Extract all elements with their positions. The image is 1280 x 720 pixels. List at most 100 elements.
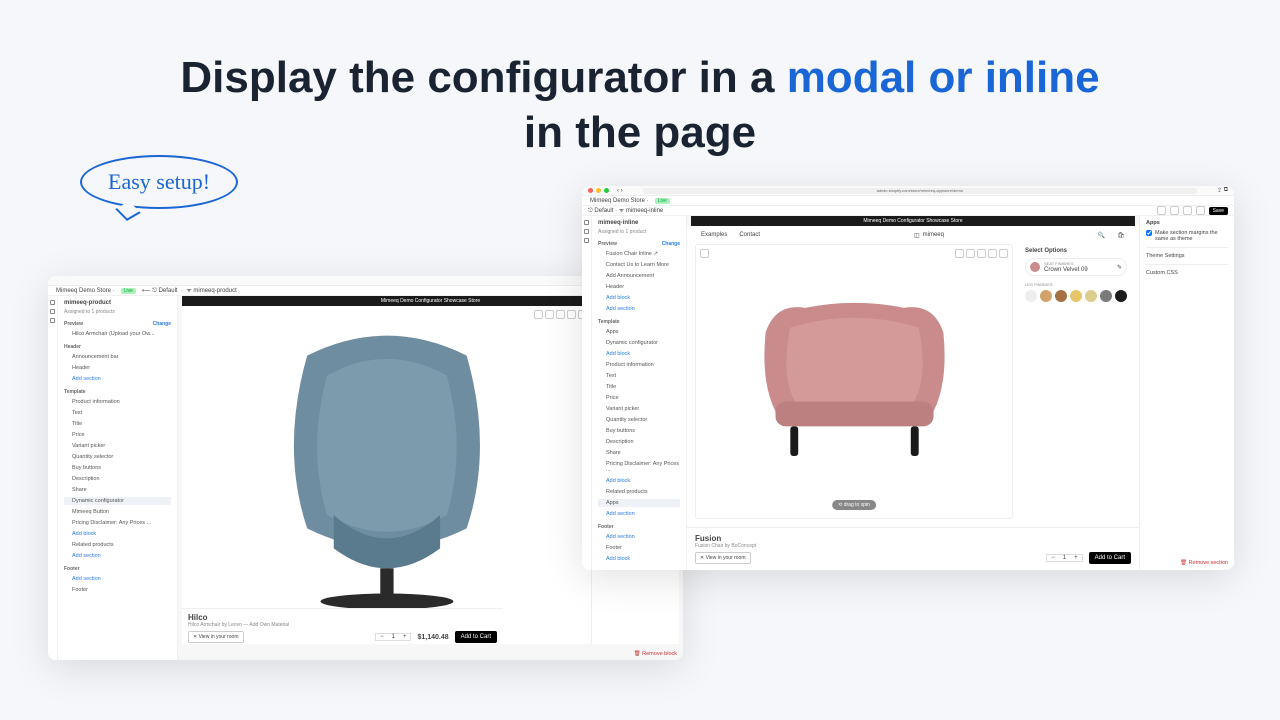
close-dot[interactable] — [588, 188, 593, 193]
edit-icon[interactable]: ✎ — [1117, 264, 1122, 271]
nav-examples[interactable]: Examples — [701, 232, 727, 238]
sidebar-item-mimeeq-btn[interactable]: Mimeeq Button — [64, 508, 171, 516]
add-block[interactable]: Add block — [598, 294, 680, 302]
change-link[interactable]: Change — [662, 241, 680, 247]
sidebar-item-dynconfig[interactable]: Dynamic configurator — [64, 497, 171, 505]
sidebar-item-header[interactable]: Header — [598, 283, 680, 291]
qty-stepper[interactable]: −1+ — [375, 633, 411, 641]
add-section[interactable]: Add section — [64, 375, 171, 383]
sidebar-item-related[interactable]: Related products — [598, 488, 680, 496]
add-section[interactable]: Add section — [598, 305, 680, 313]
color-swatch[interactable] — [1085, 290, 1097, 302]
view-in-room-button[interactable]: ✕ View in your room — [188, 631, 244, 643]
margins-checkbox[interactable] — [1146, 230, 1152, 236]
add-to-cart-button[interactable]: Add to Cart — [455, 631, 497, 643]
sidebar-item-prodinfo[interactable]: Product information — [598, 361, 680, 369]
add-section[interactable]: Add section — [64, 575, 171, 583]
rail-icon[interactable] — [50, 309, 55, 314]
color-swatch[interactable] — [1100, 290, 1112, 302]
sidebar-item-text[interactable]: Text — [598, 372, 680, 380]
tabs-icon[interactable]: ⧉ — [1224, 187, 1228, 194]
sidebar-item-variant[interactable]: Variant picker — [64, 442, 171, 450]
sidebar-item-apps2[interactable]: Apps — [598, 499, 680, 507]
sidebar-item-desc[interactable]: Description — [64, 475, 171, 483]
qty-stepper[interactable]: −1+ — [1046, 554, 1082, 562]
crumb-page[interactable]: mimeeq-product — [193, 288, 236, 294]
sidebar-item-desc[interactable]: Description — [598, 438, 680, 446]
preview-value[interactable]: Hilco Armchair (Upload your Ow... — [64, 330, 171, 338]
fullscreen-icon[interactable] — [545, 310, 554, 319]
cart-icon[interactable]: 🛍 — [1117, 232, 1125, 239]
nav-back-icon[interactable]: ‹ — [617, 188, 619, 194]
share-icon[interactable] — [988, 249, 997, 258]
color-swatch[interactable] — [1055, 290, 1067, 302]
sidebar-item-header[interactable]: Header — [64, 364, 171, 372]
sidebar-item-buy[interactable]: Buy buttons — [598, 427, 680, 435]
sidebar-item-apps[interactable]: Apps — [598, 328, 680, 336]
sidebar-item-contact[interactable]: Contact Us to Learn More — [598, 261, 680, 269]
crumb-default[interactable]: Default — [159, 288, 178, 294]
fullscreen-icon[interactable] — [966, 249, 975, 258]
color-swatch[interactable] — [1115, 290, 1127, 302]
device-icon[interactable] — [1170, 206, 1179, 215]
rail-icon[interactable] — [50, 318, 55, 323]
more-icon[interactable] — [999, 249, 1008, 258]
sidebar-item-prodinfo[interactable]: Product information — [64, 398, 171, 406]
min-dot[interactable] — [596, 188, 601, 193]
panel-theme-settings[interactable]: Theme Settings — [1146, 253, 1228, 259]
add-section[interactable]: Add section — [598, 510, 680, 518]
sidebar-item-qty[interactable]: Quantity selector — [64, 453, 171, 461]
3d-viewer[interactable]: ⟲ drag to spin Hilco Hilco Armchair by L… — [182, 306, 591, 644]
add-section[interactable]: Add section — [64, 552, 171, 560]
color-swatch[interactable] — [1070, 290, 1082, 302]
nav-contact[interactable]: Contact — [739, 232, 760, 238]
sidebar-item-variant[interactable]: Variant picker — [598, 405, 680, 413]
selected-finish[interactable]: SEAT FINISHESCrown Velvet 09 ✎ — [1025, 258, 1127, 276]
sidebar-item-share[interactable]: Share — [64, 486, 171, 494]
add-block[interactable]: Add block — [598, 477, 680, 485]
grid-icon[interactable] — [534, 310, 543, 319]
add-section[interactable]: Add section — [598, 533, 680, 541]
share-icon[interactable] — [567, 310, 576, 319]
device-icon[interactable] — [1183, 206, 1192, 215]
3d-viewer[interactable]: ⟲ drag to spin — [695, 244, 1013, 519]
remove-block-button[interactable]: 🗑 Remove block — [178, 648, 683, 660]
sidebar-item-announcement[interactable]: Announcement bar — [64, 353, 171, 361]
rail-icon[interactable] — [584, 229, 589, 234]
sidebar-item-text[interactable]: Text — [64, 409, 171, 417]
add-block[interactable]: Add block — [598, 350, 680, 358]
rail-icon[interactable] — [584, 238, 589, 243]
store-logo[interactable]: ◫ mimeeq — [914, 232, 944, 239]
sidebar-item-qty[interactable]: Quantity selector — [598, 416, 680, 424]
search-icon[interactable]: 🔍 — [1098, 232, 1105, 239]
sidebar-item-buy[interactable]: Buy buttons — [64, 464, 171, 472]
sidebar-item-price[interactable]: Price — [64, 431, 171, 439]
sidebar-item-footer[interactable]: Footer — [598, 544, 680, 552]
share-icon[interactable]: ⇪ — [1217, 187, 1222, 194]
grid-icon[interactable] — [955, 249, 964, 258]
max-dot[interactable] — [604, 188, 609, 193]
camera-icon[interactable] — [977, 249, 986, 258]
change-link[interactable]: Change — [153, 321, 171, 327]
rail-icon[interactable] — [584, 220, 589, 225]
sidebar-item-title[interactable]: Title — [598, 383, 680, 391]
crumb-default[interactable]: Default — [594, 208, 613, 214]
sidebar-item-price[interactable]: Price — [598, 394, 680, 402]
rail-icon[interactable] — [50, 300, 55, 305]
crumb-page[interactable]: mimeeq-inline — [626, 208, 663, 214]
sidebar-item-title[interactable]: Title — [64, 420, 171, 428]
preview-value[interactable]: Fusion Chair Inline ↗ — [598, 250, 680, 258]
add-block[interactable]: Add block — [598, 555, 680, 563]
sidebar-item-disclaimer[interactable]: Pricing Disclaimer: Any Prices ... — [64, 519, 171, 527]
sidebar-item-disclaimer[interactable]: Pricing Disclaimer: Any Prices ... — [598, 460, 680, 474]
url-bar[interactable]: admin.shopify.com/store/mimeeq-appstore/… — [643, 188, 1197, 194]
reset-icon[interactable] — [700, 249, 709, 258]
remove-section-button[interactable]: 🗑 Remove section — [1180, 560, 1228, 566]
sidebar-item-dynconfig[interactable]: Dynamic configurator — [598, 339, 680, 347]
add-block[interactable]: Add block — [64, 530, 171, 538]
sidebar-item-share[interactable]: Share — [598, 449, 680, 457]
sidebar-item-announce[interactable]: Add Announcement — [598, 272, 680, 280]
nav-fwd-icon[interactable]: › — [621, 188, 623, 194]
panel-custom-css[interactable]: Custom CSS — [1146, 270, 1228, 276]
view-in-room-button[interactable]: ✕ View in your room — [695, 552, 751, 564]
